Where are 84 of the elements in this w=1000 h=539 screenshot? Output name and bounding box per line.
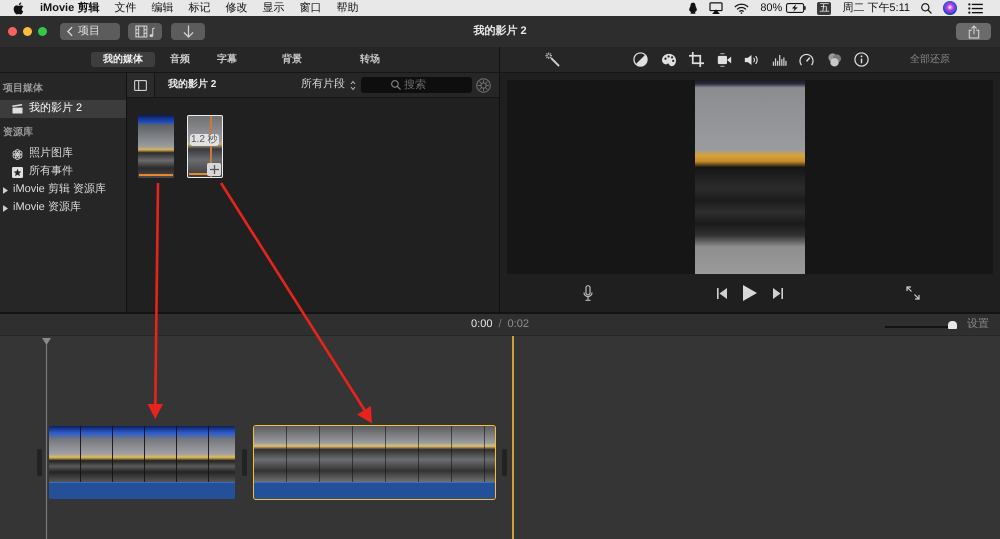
sidebar-toggle-button[interactable] — [127, 73, 155, 97]
minimize-button[interactable] — [23, 27, 32, 36]
close-button[interactable] — [8, 27, 17, 36]
media-library-button[interactable] — [128, 23, 162, 40]
speaker-icon[interactable] — [744, 54, 759, 66]
window-title: 我的影片 2 — [473, 24, 527, 38]
sidebar-item[interactable]: 我的影片 2 — [0, 100, 126, 118]
app-menu[interactable]: iMovie 剪辑 — [40, 0, 100, 16]
filter-dropdown[interactable]: 所有片段 — [301, 78, 356, 92]
search-icon[interactable] — [921, 2, 932, 14]
section-heading: 项目媒体 — [2, 82, 44, 96]
battery-icon[interactable] — [786, 3, 806, 13]
updown-chevron-icon — [350, 80, 356, 90]
search-icon — [391, 80, 401, 90]
overlapping-circles-icon[interactable] — [826, 52, 842, 67]
speedometer-icon[interactable] — [799, 53, 814, 66]
menu-item[interactable]: 编辑 — [151, 0, 174, 16]
share-icon — [968, 24, 980, 38]
duration-label: 1.2 秒 — [190, 134, 219, 146]
browser-tab[interactable]: 背景 — [270, 52, 314, 67]
video-clip[interactable] — [253, 425, 496, 500]
time-separator: / — [498, 318, 502, 332]
browser-title: 我的影片 2 — [168, 79, 216, 91]
equalizer-icon[interactable] — [772, 54, 786, 66]
microphone-icon[interactable] — [583, 285, 593, 301]
current-time: 0:00 — [471, 318, 492, 332]
chevron-left-icon — [67, 26, 73, 37]
library-item[interactable]: iMovie 资源库 — [0, 199, 126, 217]
library-item[interactable]: iMovie 剪辑 资源库 — [0, 181, 126, 199]
video-clip[interactable] — [48, 425, 236, 500]
menu-item[interactable]: 标记 — [188, 0, 210, 16]
clip-thumbnail[interactable] — [138, 115, 174, 178]
browser-tab[interactable]: 我的媒体 — [91, 52, 155, 67]
info-icon[interactable] — [854, 52, 869, 67]
crop-icon[interactable] — [689, 52, 704, 67]
zoom-button[interactable] — [38, 27, 47, 36]
gear-icon[interactable] — [476, 78, 491, 92]
disclosure-triangle-icon[interactable] — [3, 204, 8, 212]
color-balance-icon[interactable] — [633, 52, 648, 67]
browser-tab[interactable]: 音频 — [158, 52, 202, 67]
browser-tab[interactable]: 字幕 — [205, 52, 249, 67]
clock[interactable]: 周二 下午5:11 — [842, 0, 910, 16]
play-icon[interactable] — [742, 285, 756, 301]
menu-item[interactable]: 文件 — [114, 0, 136, 16]
total-time: 0:02 — [508, 318, 529, 332]
clapperboard-icon — [12, 104, 23, 114]
menu-item[interactable]: 窗口 — [299, 0, 322, 16]
settings-button[interactable]: 设置 — [967, 318, 989, 332]
menu-item[interactable]: 修改 — [225, 0, 248, 16]
back-button[interactable]: 项目 — [60, 23, 120, 40]
section-heading: 资源库 — [2, 125, 34, 140]
wifi-icon[interactable] — [734, 2, 750, 14]
disclosure-triangle-icon[interactable] — [3, 186, 8, 194]
skip-forward-icon[interactable] — [772, 288, 782, 298]
siri-icon[interactable] — [943, 1, 957, 15]
sidebar-item[interactable]: 照片图库 — [0, 145, 126, 163]
airplay-icon[interactable] — [709, 2, 724, 14]
video-camera-icon[interactable] — [716, 52, 732, 66]
browser-tab[interactable]: 转场 — [348, 52, 392, 67]
menu-item[interactable]: 显示 — [262, 0, 284, 16]
flower-icon — [12, 148, 23, 160]
film-note-icon — [135, 25, 155, 38]
star-icon — [12, 166, 23, 178]
import-button[interactable] — [171, 23, 205, 40]
slider-thumb[interactable] — [948, 320, 957, 328]
apple-icon[interactable] — [13, 2, 24, 14]
magic-wand-icon[interactable] — [545, 52, 560, 67]
skip-back-icon[interactable] — [716, 288, 726, 298]
down-arrow-icon — [182, 25, 194, 38]
reset-all-button[interactable]: 全部还原 — [910, 54, 950, 66]
battery-percentage: 80% — [760, 1, 782, 16]
input-method-indicator[interactable]: 五 — [817, 2, 832, 14]
sidebar-panel-icon — [134, 80, 147, 90]
penguin-icon[interactable] — [688, 2, 698, 14]
add-button[interactable] — [207, 163, 221, 176]
share-button[interactable] — [956, 23, 991, 40]
plus-icon — [210, 165, 218, 174]
menu-item[interactable]: 帮助 — [336, 0, 358, 16]
sidebar-item[interactable]: 所有事件 — [0, 163, 126, 181]
fullscreen-icon[interactable] — [906, 286, 920, 300]
playhead-marker[interactable] — [42, 338, 51, 539]
list-icon[interactable] — [968, 2, 983, 14]
search-field[interactable]: 搜索 — [361, 77, 472, 93]
palette-icon[interactable] — [660, 52, 676, 66]
